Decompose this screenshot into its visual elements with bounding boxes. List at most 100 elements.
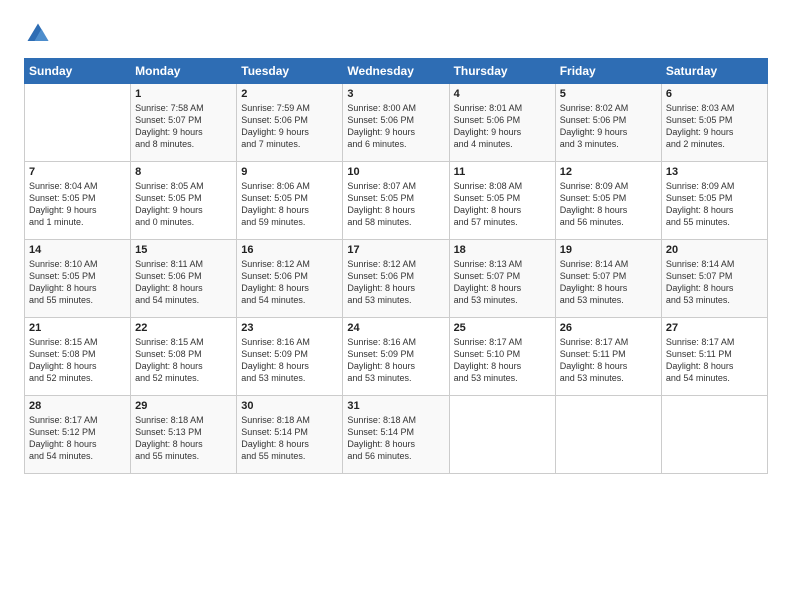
day-info: Sunrise: 8:15 AM Sunset: 5:08 PM Dayligh… (29, 336, 126, 385)
day-info: Sunrise: 8:03 AM Sunset: 5:05 PM Dayligh… (666, 102, 763, 151)
day-info: Sunrise: 8:11 AM Sunset: 5:06 PM Dayligh… (135, 258, 232, 307)
day-info: Sunrise: 8:00 AM Sunset: 5:06 PM Dayligh… (347, 102, 444, 151)
day-info: Sunrise: 8:14 AM Sunset: 5:07 PM Dayligh… (666, 258, 763, 307)
calendar-cell: 11 Sunrise: 8:08 AM Sunset: 5:05 PM Dayli… (449, 162, 555, 240)
day-number: 15 (135, 244, 232, 256)
day-info: Sunrise: 8:04 AM Sunset: 5:05 PM Dayligh… (29, 180, 126, 229)
day-number: 25 (454, 322, 551, 334)
calendar-cell: 31 Sunrise: 8:18 AM Sunset: 5:14 PM Dayli… (343, 396, 449, 474)
calendar-cell: 10 Sunrise: 8:07 AM Sunset: 5:05 PM Dayli… (343, 162, 449, 240)
day-info: Sunrise: 8:14 AM Sunset: 5:07 PM Dayligh… (560, 258, 657, 307)
day-info: Sunrise: 8:05 AM Sunset: 5:05 PM Dayligh… (135, 180, 232, 229)
day-number: 2 (241, 88, 338, 100)
day-info: Sunrise: 8:18 AM Sunset: 5:13 PM Dayligh… (135, 414, 232, 463)
week-row-2: 7 Sunrise: 8:04 AM Sunset: 5:05 PM Daylig… (25, 162, 768, 240)
day-info: Sunrise: 8:09 AM Sunset: 5:05 PM Dayligh… (560, 180, 657, 229)
day-info: Sunrise: 8:07 AM Sunset: 5:05 PM Dayligh… (347, 180, 444, 229)
calendar-cell: 22Sunrise: 8:15 AM Sunset: 5:08 PM Dayli… (131, 318, 237, 396)
day-info: Sunrise: 8:16 AM Sunset: 5:09 PM Dayligh… (347, 336, 444, 385)
calendar-cell: 18 Sunrise: 8:13 AM Sunset: 5:07 PM Dayli… (449, 240, 555, 318)
day-info: Sunrise: 8:08 AM Sunset: 5:05 PM Dayligh… (454, 180, 551, 229)
day-number: 28 (29, 400, 126, 412)
day-number: 10 (347, 166, 444, 178)
calendar-cell: 23 Sunrise: 8:16 AM Sunset: 5:09 PM Dayli… (237, 318, 343, 396)
col-header-thursday: Thursday (449, 59, 555, 84)
day-number: 16 (241, 244, 338, 256)
col-header-friday: Friday (555, 59, 661, 84)
day-number: 19 (560, 244, 657, 256)
col-header-saturday: Saturday (661, 59, 767, 84)
day-number: 8 (135, 166, 232, 178)
calendar-table: SundayMondayTuesdayWednesdayThursdayFrid… (24, 58, 768, 474)
day-info: Sunrise: 7:59 AM Sunset: 5:06 PM Dayligh… (241, 102, 338, 151)
day-number: 9 (241, 166, 338, 178)
day-info: Sunrise: 8:06 AM Sunset: 5:05 PM Dayligh… (241, 180, 338, 229)
logo-icon (24, 20, 52, 48)
logo (24, 20, 56, 48)
day-number: 5 (560, 88, 657, 100)
calendar-cell: 30 Sunrise: 8:18 AM Sunset: 5:14 PM Dayli… (237, 396, 343, 474)
day-number: 23 (241, 322, 338, 334)
calendar-cell (25, 84, 131, 162)
day-info: Sunrise: 8:13 AM Sunset: 5:07 PM Dayligh… (454, 258, 551, 307)
day-number: 11 (454, 166, 551, 178)
day-number: 24 (347, 322, 444, 334)
calendar-cell: 1 Sunrise: 7:58 AM Sunset: 5:07 PM Daylig… (131, 84, 237, 162)
day-number: 13 (666, 166, 763, 178)
day-info: Sunrise: 8:12 AM Sunset: 5:06 PM Dayligh… (347, 258, 444, 307)
day-number: 14 (29, 244, 126, 256)
day-info: Sunrise: 8:12 AM Sunset: 5:06 PM Dayligh… (241, 258, 338, 307)
calendar-cell: 6 Sunrise: 8:03 AM Sunset: 5:05 PM Daylig… (661, 84, 767, 162)
day-number: 31 (347, 400, 444, 412)
col-header-sunday: Sunday (25, 59, 131, 84)
day-number: 1 (135, 88, 232, 100)
calendar-cell: 29Sunrise: 8:18 AM Sunset: 5:13 PM Dayli… (131, 396, 237, 474)
day-info: Sunrise: 8:17 AM Sunset: 5:11 PM Dayligh… (560, 336, 657, 385)
calendar-cell (661, 396, 767, 474)
day-info: Sunrise: 8:09 AM Sunset: 5:05 PM Dayligh… (666, 180, 763, 229)
day-info: Sunrise: 8:16 AM Sunset: 5:09 PM Dayligh… (241, 336, 338, 385)
day-number: 26 (560, 322, 657, 334)
col-header-tuesday: Tuesday (237, 59, 343, 84)
calendar-cell: 16 Sunrise: 8:12 AM Sunset: 5:06 PM Dayli… (237, 240, 343, 318)
calendar-cell: 21 Sunrise: 8:15 AM Sunset: 5:08 PM Dayli… (25, 318, 131, 396)
day-number: 21 (29, 322, 126, 334)
week-row-1: 1 Sunrise: 7:58 AM Sunset: 5:07 PM Daylig… (25, 84, 768, 162)
day-number: 27 (666, 322, 763, 334)
calendar-cell: 12Sunrise: 8:09 AM Sunset: 5:05 PM Dayli… (555, 162, 661, 240)
week-row-4: 21 Sunrise: 8:15 AM Sunset: 5:08 PM Dayli… (25, 318, 768, 396)
calendar-cell: 3Sunrise: 8:00 AM Sunset: 5:06 PM Daylig… (343, 84, 449, 162)
day-info: Sunrise: 7:58 AM Sunset: 5:07 PM Dayligh… (135, 102, 232, 151)
calendar-cell: 26 Sunrise: 8:17 AM Sunset: 5:11 PM Dayli… (555, 318, 661, 396)
day-info: Sunrise: 8:18 AM Sunset: 5:14 PM Dayligh… (241, 414, 338, 463)
calendar-cell (555, 396, 661, 474)
day-info: Sunrise: 8:02 AM Sunset: 5:06 PM Dayligh… (560, 102, 657, 151)
week-row-5: 28Sunrise: 8:17 AM Sunset: 5:12 PM Dayli… (25, 396, 768, 474)
day-number: 7 (29, 166, 126, 178)
calendar-cell: 5 Sunrise: 8:02 AM Sunset: 5:06 PM Daylig… (555, 84, 661, 162)
day-info: Sunrise: 8:17 AM Sunset: 5:11 PM Dayligh… (666, 336, 763, 385)
header (24, 20, 768, 48)
calendar-cell (449, 396, 555, 474)
day-number: 18 (454, 244, 551, 256)
col-header-monday: Monday (131, 59, 237, 84)
calendar-cell: 14 Sunrise: 8:10 AM Sunset: 5:05 PM Dayli… (25, 240, 131, 318)
page: SundayMondayTuesdayWednesdayThursdayFrid… (0, 0, 792, 612)
day-number: 22 (135, 322, 232, 334)
calendar-cell: 7 Sunrise: 8:04 AM Sunset: 5:05 PM Daylig… (25, 162, 131, 240)
calendar-cell: 20 Sunrise: 8:14 AM Sunset: 5:07 PM Dayli… (661, 240, 767, 318)
day-info: Sunrise: 8:18 AM Sunset: 5:14 PM Dayligh… (347, 414, 444, 463)
day-number: 20 (666, 244, 763, 256)
day-info: Sunrise: 8:17 AM Sunset: 5:10 PM Dayligh… (454, 336, 551, 385)
day-info: Sunrise: 8:10 AM Sunset: 5:05 PM Dayligh… (29, 258, 126, 307)
calendar-cell: 24 Sunrise: 8:16 AM Sunset: 5:09 PM Dayli… (343, 318, 449, 396)
day-number: 30 (241, 400, 338, 412)
day-number: 4 (454, 88, 551, 100)
calendar-cell: 15 Sunrise: 8:11 AM Sunset: 5:06 PM Dayli… (131, 240, 237, 318)
col-header-wednesday: Wednesday (343, 59, 449, 84)
calendar-cell: 13 Sunrise: 8:09 AM Sunset: 5:05 PM Dayli… (661, 162, 767, 240)
calendar-cell: 4Sunrise: 8:01 AM Sunset: 5:06 PM Daylig… (449, 84, 555, 162)
day-number: 6 (666, 88, 763, 100)
calendar-cell: 8 Sunrise: 8:05 AM Sunset: 5:05 PM Daylig… (131, 162, 237, 240)
header-row: SundayMondayTuesdayWednesdayThursdayFrid… (25, 59, 768, 84)
